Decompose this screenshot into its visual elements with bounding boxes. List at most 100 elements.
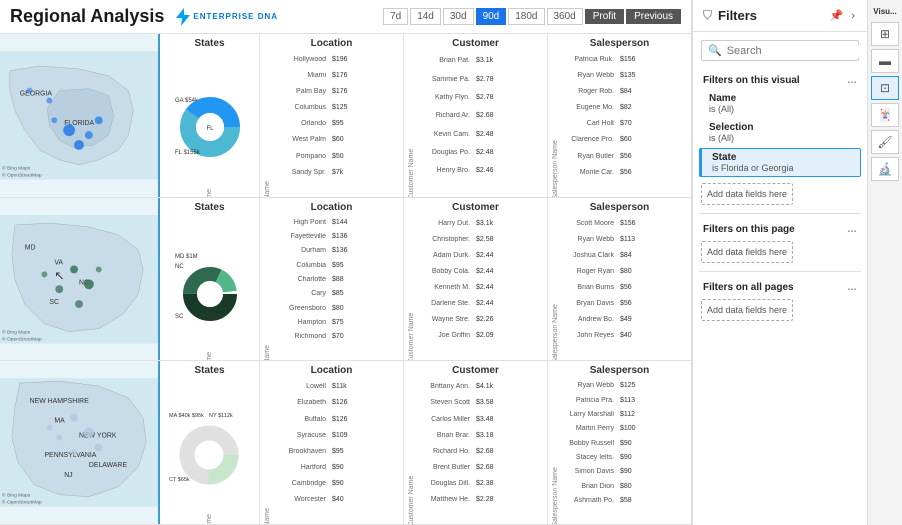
- cust-axis-y-3: Customer Name: [408, 379, 415, 524]
- bar-row: Roger Rob.$84: [559, 84, 650, 99]
- bar-row: Richard Ar.$2.68: [415, 107, 506, 124]
- bar-row: Cambridge$90: [271, 476, 362, 491]
- time-btn-7d[interactable]: 7d: [383, 8, 408, 25]
- time-btn-30d[interactable]: 30d: [443, 8, 474, 25]
- time-btn-180d[interactable]: 180d: [508, 8, 544, 25]
- all-filter-menu[interactable]: …: [847, 282, 857, 293]
- name-filter-value: is (All): [709, 104, 851, 114]
- time-btn-14d[interactable]: 14d: [410, 8, 441, 25]
- donut-svg-3: MA $40k $95k NY $112k CT $65k: [167, 407, 252, 487]
- svg-text:PENNSYLVANIA: PENNSYLVANIA: [44, 452, 96, 459]
- bar-row: Palm Bay$176: [271, 84, 362, 99]
- svg-text:GEORGIA: GEORGIA: [20, 91, 53, 98]
- customer-title-2: Customer: [408, 202, 543, 213]
- bar-row: Ryan Webb$125: [559, 379, 650, 392]
- bar-row: Brookhaven$95: [271, 444, 362, 459]
- bar-row: Scott Moore$156: [559, 216, 650, 231]
- bar-row: Stacey Ielts.$90: [559, 451, 650, 464]
- states-chart-3: States MA $40k $95k NY $112k CT $65k: [160, 361, 260, 524]
- bar-row: Joshua Clark$84: [559, 248, 650, 263]
- bar-row: Ashmath Po.$58: [559, 494, 650, 507]
- filter-divider-2: [699, 271, 861, 272]
- loc-axis-y-2: Name: [264, 216, 271, 361]
- vis-icon-analytics[interactable]: 🔬: [871, 157, 899, 181]
- page-filter-menu[interactable]: …: [847, 224, 857, 235]
- bar-row: Kenneth M.$2.44: [415, 280, 506, 295]
- sales-axis-y-3: Salesperson Name: [552, 379, 559, 524]
- visual-filter-menu[interactable]: …: [847, 75, 857, 86]
- profit-button[interactable]: Profit: [585, 9, 624, 24]
- svg-text:MA: MA: [54, 418, 65, 425]
- location-wrapper-3: Name Lowell$11k Elizabeth$126 Buffalo$12…: [264, 379, 399, 524]
- bar-row: Columbus$125: [271, 100, 362, 115]
- salesperson-bars-1: Patricia Ruk.$156 Ryan Webb$135 Roger Ro…: [559, 52, 650, 180]
- bar-row: Brian Brar.$3.18: [415, 428, 506, 443]
- bar-row: Steven Scott$3.58: [415, 395, 506, 410]
- map-panel-2[interactable]: MD VA NC SC ↖ © Bing Maps © OpenStreetMa…: [0, 198, 160, 361]
- vis-icon-chart[interactable]: ▬: [871, 49, 899, 73]
- location-inner-2: Name High Point$144 Fayetteville$136 Dur…: [264, 216, 399, 361]
- bar-row: Greensboro$80: [271, 301, 362, 314]
- search-input[interactable]: [727, 45, 867, 57]
- vis-icon-table[interactable]: ⊞: [871, 22, 899, 46]
- search-box[interactable]: 🔍: [701, 40, 859, 61]
- state-filter[interactable]: State is Florida or Georgia: [699, 148, 861, 177]
- filter-divider-1: [699, 213, 861, 214]
- donut-svg-2: MD $1M NC SC VA $1M: [170, 246, 250, 321]
- vis-icon-format[interactable]: 🖌: [871, 130, 899, 154]
- location-axis-y-1: Name: [264, 52, 271, 197]
- svg-text:NC: NC: [175, 264, 184, 270]
- svg-text:NEW HAMPSHIRE: NEW HAMPSHIRE: [30, 398, 89, 405]
- states-title-3: States: [164, 365, 255, 376]
- salesperson-wrapper-1: Salesperson Name Patricia Ruk.$156 Ryan …: [552, 52, 687, 197]
- filters-pin-button[interactable]: 📌: [828, 9, 846, 22]
- loc-axis-y-3: Name: [264, 379, 271, 524]
- svg-text:VA $1M: VA $1M: [200, 314, 221, 320]
- state-filter-value: is Florida or Georgia: [712, 163, 850, 173]
- map-panel-1[interactable]: GEORGIA FLORIDA © Bing Maps © OpenStreet…: [0, 34, 160, 197]
- bar-row: Miami$176: [271, 68, 362, 83]
- vis-icon-card[interactable]: 🃏: [871, 103, 899, 127]
- bar-row: Orlando$95: [271, 116, 362, 131]
- svg-text:© OpenStreetMap: © OpenStreetMap: [2, 335, 42, 342]
- filters-forward-button[interactable]: ›: [849, 9, 857, 22]
- location-chart-3: Location Name Lowell$11k Elizabeth$126 B…: [260, 361, 404, 524]
- selection-filter-label: Selection: [709, 122, 851, 133]
- location-chart-1: Location Name Hollywood$196 Miami$176 Pa…: [260, 34, 404, 197]
- sales-axis-y-2: Salesperson Name: [552, 216, 559, 361]
- time-btn-360d[interactable]: 360d: [547, 8, 583, 25]
- svg-text:VA: VA: [54, 259, 63, 266]
- bar-row: Richard Ho.$2.68: [415, 444, 506, 459]
- bar-row: Douglas Po.$2.48: [415, 144, 506, 161]
- states-axis-2: Name: [164, 352, 255, 360]
- svg-text:DELAWARE: DELAWARE: [89, 462, 128, 469]
- location-title-2: Location: [264, 202, 399, 213]
- map-panel-3[interactable]: NEW HAMPSHIRE MA NEW YORK PENNSYLVANIA N…: [0, 361, 160, 524]
- bar-row: Buffalo$126: [271, 412, 362, 427]
- customer-inner-1: Customer Name Brian Pat.$3.1k Sammie Pa.…: [408, 52, 543, 197]
- bar-row: Ryan Webb$135: [559, 68, 650, 83]
- svg-text:SC: SC: [175, 314, 184, 320]
- bar-row: High Point$144: [271, 216, 362, 229]
- svg-text:↖: ↖: [54, 268, 64, 282]
- previous-button[interactable]: Previous: [626, 9, 681, 24]
- time-btn-90d[interactable]: 90d: [476, 8, 507, 25]
- brand-text: ENTERPRISE DNA: [193, 12, 278, 21]
- add-data-visual-button[interactable]: Add data fields here: [701, 183, 793, 205]
- bar-row: Elizabeth$126: [271, 395, 362, 410]
- bar-row: Patricia Pra.$113: [559, 394, 650, 407]
- location-chart-2: Location Name High Point$144 Fayettevill…: [260, 198, 404, 361]
- bar-row: Bobby Russell$90: [559, 437, 650, 450]
- vis-icon-matrix[interactable]: ⊡: [871, 76, 899, 100]
- bar-row: Brian Pat.$3.1k: [415, 52, 506, 69]
- add-data-all-button[interactable]: Add data fields here: [701, 299, 793, 321]
- salesperson-title-2: Salesperson: [552, 202, 687, 213]
- add-data-page-button[interactable]: Add data fields here: [701, 241, 793, 263]
- bar-row: Ryan Webb$113: [559, 232, 650, 247]
- svg-text:NY $112k: NY $112k: [209, 413, 233, 419]
- bar-row: Douglas Dill.$2.38: [415, 476, 506, 491]
- location-title-3: Location: [264, 365, 399, 376]
- customer-title-3: Customer: [408, 365, 543, 376]
- bar-row: Fayetteville$136: [271, 230, 362, 243]
- svg-text:© Bing Maps: © Bing Maps: [2, 492, 31, 499]
